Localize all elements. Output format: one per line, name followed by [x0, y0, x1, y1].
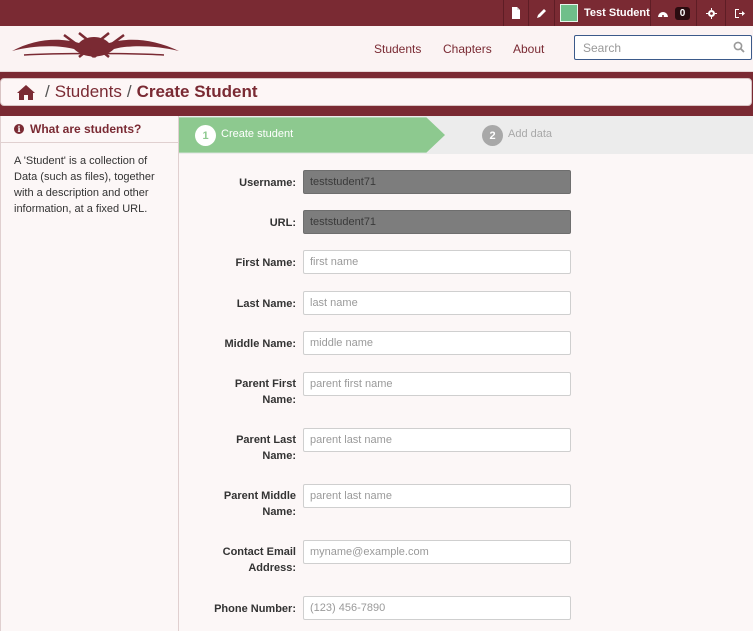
first-name-field[interactable] — [303, 250, 571, 274]
step-2-number: 2 — [482, 125, 503, 146]
parent-last-name-field[interactable] — [303, 428, 571, 452]
nav-students[interactable]: Students — [374, 26, 421, 72]
nav-about-link[interactable]: About — [513, 42, 544, 56]
first-name-label: First Name: — [235, 257, 296, 269]
url-field[interactable] — [303, 210, 571, 234]
sidebar-description: A 'Student' is a collection of Data (suc… — [14, 155, 155, 215]
wizard-steps: 1 Create student 2 Add data — [179, 116, 753, 154]
user-name: Test Student — [584, 7, 650, 19]
help-sidebar: i What are students? A 'Student' is a co… — [0, 116, 179, 631]
breadcrumb-separator: / — [126, 82, 132, 101]
main-panel: i What are students? A 'Student' is a co… — [0, 116, 753, 631]
breadcrumb-current: Create Student — [136, 82, 258, 101]
middle-name-field[interactable] — [303, 331, 571, 355]
parent-middle-name-label: Parent Middle Name: — [223, 490, 296, 518]
step-2-label[interactable]: Add data — [508, 128, 552, 140]
breadcrumb: / Students / Create Student — [0, 78, 752, 106]
step-active-background — [179, 117, 445, 153]
avatar — [560, 4, 578, 22]
username-label: Username: — [239, 177, 296, 189]
parent-first-name-label: Parent First Name: — [234, 378, 296, 406]
phone-number-label: Phone Number: — [214, 603, 296, 615]
phone-number-field[interactable] — [303, 596, 571, 620]
search-icon[interactable] — [733, 41, 745, 56]
sidebar-title: What are students? — [30, 122, 142, 136]
gear-icon[interactable] — [696, 0, 725, 26]
parent-last-name-label: Parent Last Name: — [236, 434, 296, 462]
nav-about[interactable]: About — [513, 26, 544, 72]
sign-out-icon[interactable] — [725, 0, 753, 26]
top-bar: Test Student 0 — [0, 0, 753, 26]
contact-email-field[interactable] — [303, 540, 571, 564]
search-input[interactable] — [575, 36, 725, 59]
pencil-icon[interactable] — [528, 0, 554, 26]
step-1-number: 1 — [195, 125, 216, 146]
nav-students-link[interactable]: Students — [374, 42, 421, 56]
last-name-label: Last Name: — [236, 298, 296, 310]
dashboard-button[interactable]: 0 — [650, 0, 696, 26]
parent-middle-name-field[interactable] — [303, 484, 571, 508]
url-label: URL: — [269, 217, 296, 229]
parent-first-name-field[interactable] — [303, 372, 571, 396]
home-icon[interactable] — [17, 84, 35, 100]
nav-chapters[interactable]: Chapters — [443, 26, 492, 72]
contact-email-label: Contact Email Address: — [222, 546, 296, 574]
breadcrumb-separator: / — [45, 82, 50, 101]
username-field[interactable] — [303, 170, 571, 194]
nav-chapters-link[interactable]: Chapters — [443, 42, 492, 56]
info-icon: i — [14, 124, 24, 134]
file-icon[interactable] — [503, 0, 528, 26]
breadcrumb-students[interactable]: Students — [55, 82, 122, 102]
search-box — [574, 35, 752, 60]
notification-badge: 0 — [674, 6, 691, 20]
user-menu[interactable]: Test Student — [554, 0, 650, 26]
last-name-field[interactable] — [303, 291, 571, 315]
sidebar-heading: i What are students? — [1, 116, 178, 143]
site-header: Students Chapters About — [0, 26, 753, 72]
step-1-label[interactable]: Create student — [221, 128, 293, 140]
dashboard-icon — [657, 8, 669, 18]
middle-name-label: Middle Name: — [224, 338, 296, 350]
site-logo[interactable] — [4, 29, 184, 66]
